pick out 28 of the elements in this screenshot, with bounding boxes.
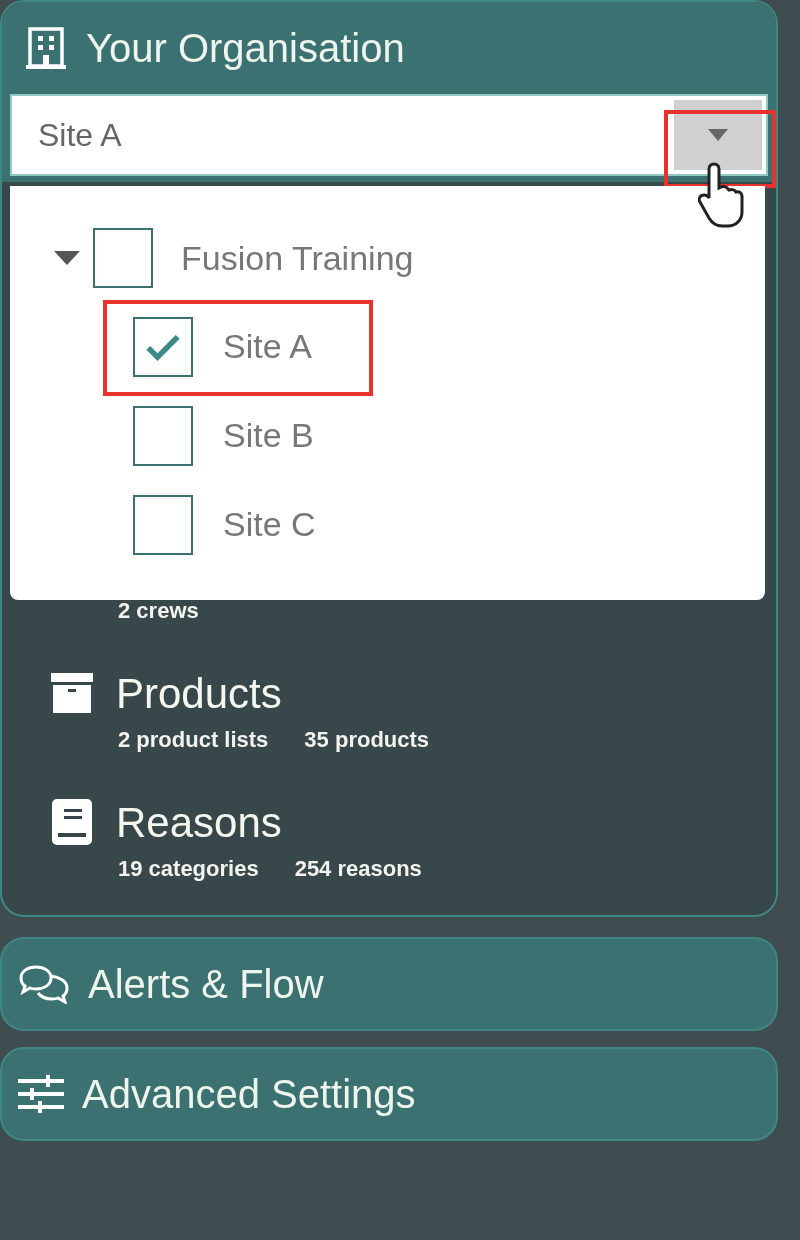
section-title: Reasons (116, 797, 282, 848)
checkbox[interactable] (93, 228, 153, 288)
nav-card[interactable]: Advanced Settings (0, 1047, 778, 1141)
stat-label: 2 product lists (118, 726, 269, 754)
book-icon (52, 799, 92, 845)
site-select[interactable]: Site A (10, 94, 768, 176)
stat-label: 2 crews (118, 597, 199, 625)
chat-bubbles-icon (18, 964, 70, 1004)
sliders-icon (18, 1075, 64, 1113)
building-icon (26, 27, 66, 69)
section-title: Products (116, 668, 282, 719)
checkbox[interactable] (133, 494, 193, 555)
nav-card[interactable]: Alerts & Flow (0, 937, 778, 1031)
tree-item-label[interactable]: Site C (223, 499, 316, 550)
archive-box-icon (51, 673, 93, 713)
stat-label: 254 reasons (294, 855, 422, 883)
panel-title: Your Organisation (86, 25, 405, 72)
select-value: Site A (38, 116, 123, 155)
expand-caret-icon[interactable] (54, 251, 80, 265)
checkbox[interactable] (133, 316, 193, 377)
caret-icon (708, 129, 728, 141)
tree-item-label[interactable]: Site A (223, 321, 312, 372)
stat-label: 35 products (304, 726, 430, 754)
dropdown-toggle[interactable] (674, 100, 762, 170)
tree-item-label[interactable]: Fusion Training (181, 232, 414, 284)
checkbox[interactable] (133, 405, 193, 466)
tree-item-label[interactable]: Site B (223, 410, 314, 461)
stat-label: 19 categories (118, 855, 259, 883)
